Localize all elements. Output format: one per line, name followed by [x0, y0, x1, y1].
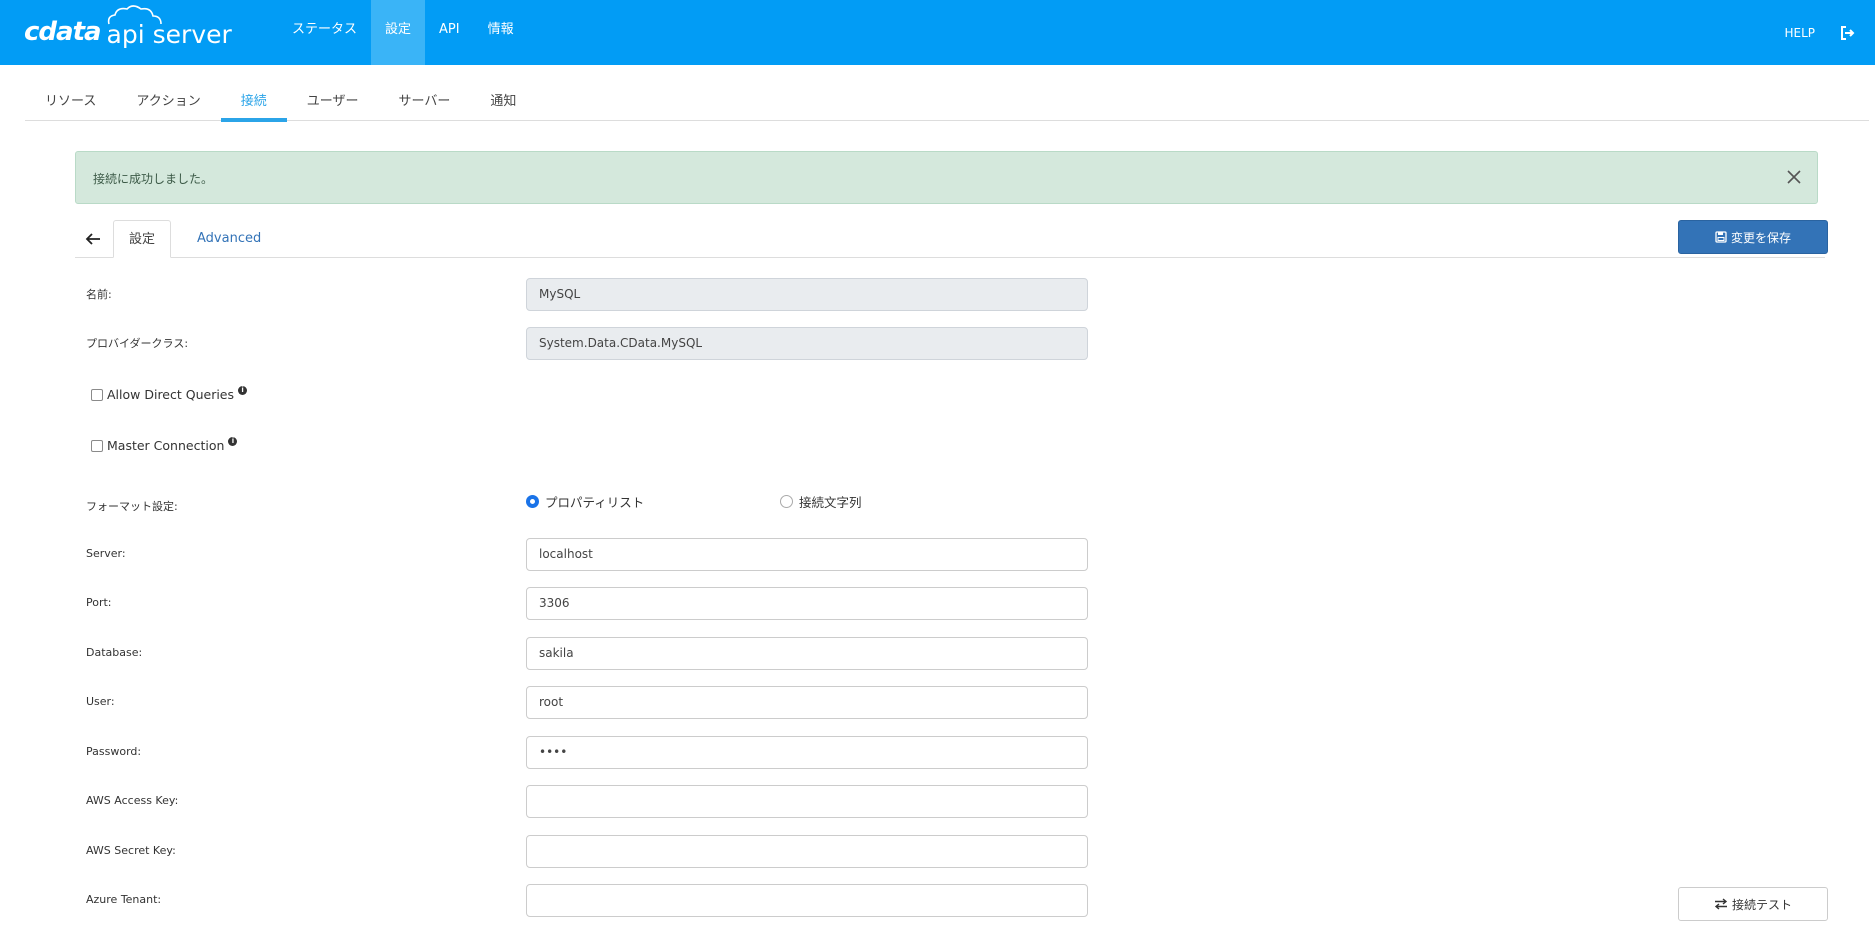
cloud-icon [107, 4, 162, 24]
logo-brand: cdata [24, 17, 102, 47]
name-field[interactable]: MySQL [526, 278, 1088, 311]
cdata-logo[interactable]: cdata api server [24, 4, 232, 52]
success-alert: 接続に成功しました。 [75, 151, 1818, 204]
tab-actions[interactable]: アクション [116, 86, 220, 121]
aws-access-key-field[interactable] [526, 785, 1088, 818]
user-field[interactable]: root [526, 686, 1088, 719]
radio-dot[interactable] [780, 495, 793, 508]
radio-property-list-label: プロパティリスト [545, 495, 645, 510]
radio-connection-string[interactable]: 接続文字列 [780, 492, 862, 511]
provider-label: プロバイダークラス: [86, 337, 189, 350]
top-nav: ステータス 設定 API 情報 [278, 0, 528, 65]
back-arrow-icon[interactable] [85, 232, 101, 246]
aws-access-key-label: AWS Access Key: [86, 794, 179, 807]
nav-api[interactable]: API [425, 0, 474, 65]
azure-tenant-field[interactable] [526, 884, 1088, 917]
exchange-icon [1714, 898, 1728, 910]
provider-field[interactable]: System.Data.CData.MySQL [526, 327, 1088, 360]
password-field[interactable]: •••• [526, 736, 1088, 769]
test-connection-label: 接続テスト [1731, 897, 1792, 912]
port-label: Port: [86, 596, 112, 609]
tab-connections[interactable]: 接続 [220, 86, 287, 122]
checkbox-box[interactable] [91, 388, 103, 401]
tab-advanced[interactable]: Advanced [197, 220, 261, 258]
database-field[interactable]: sakila [526, 637, 1088, 670]
save-button-label: 変更を保存 [1730, 230, 1791, 245]
help-link[interactable]: HELP [1784, 26, 1815, 40]
master-connection-checkbox[interactable]: Master Connection i [91, 436, 238, 453]
azure-tenant-label: Azure Tenant: [86, 893, 162, 906]
save-icon [1715, 231, 1727, 243]
format-label: フォーマット設定: [86, 500, 178, 513]
user-label: User: [86, 695, 115, 708]
allow-direct-queries-label: Allow Direct Queries [107, 387, 235, 402]
top-right: HELP [1784, 0, 1855, 65]
database-label: Database: [86, 646, 143, 659]
info-icon[interactable]: i [228, 436, 238, 446]
top-bar: cdata api server ステータス 設定 API 情報 HELP [0, 0, 1875, 65]
save-button[interactable]: 変更を保存 [1678, 220, 1828, 254]
tab-server[interactable]: サーバー [378, 86, 470, 121]
radio-connection-string-label: 接続文字列 [799, 495, 862, 510]
logo-product: api server [107, 4, 232, 49]
tab-users[interactable]: ユーザー [287, 86, 379, 121]
port-field[interactable]: 3306 [526, 587, 1088, 620]
nav-settings[interactable]: 設定 [371, 0, 426, 65]
master-connection-label: Master Connection [107, 438, 225, 453]
test-connection-button[interactable]: 接続テスト [1678, 887, 1828, 921]
logout-icon[interactable] [1839, 25, 1855, 41]
inner-tabs: 設定 Advanced [75, 220, 1825, 258]
aws-secret-key-label: AWS Secret Key: [86, 844, 176, 857]
server-field[interactable]: localhost [526, 538, 1088, 571]
radio-property-list[interactable]: プロパティリスト [526, 492, 644, 511]
alert-message: 接続に成功しました。 [93, 172, 214, 186]
aws-secret-key-field[interactable] [526, 835, 1088, 868]
password-label: Password: [86, 745, 142, 758]
info-icon[interactable]: i [238, 385, 248, 395]
allow-direct-queries-checkbox[interactable]: Allow Direct Queries i [91, 385, 248, 402]
tab-settings[interactable]: 設定 [113, 220, 171, 258]
name-label: 名前: [86, 288, 112, 301]
section-tabs: リソース アクション 接続 ユーザー サーバー 通知 [25, 86, 1869, 122]
checkbox-box[interactable] [91, 439, 103, 452]
nav-status[interactable]: ステータス [278, 0, 371, 65]
close-icon[interactable] [1785, 168, 1803, 186]
nav-info[interactable]: 情報 [474, 0, 528, 65]
tab-notifications[interactable]: 通知 [470, 86, 536, 121]
tab-resources[interactable]: リソース [25, 86, 116, 121]
server-label: Server: [86, 547, 126, 560]
radio-dot[interactable] [526, 495, 539, 508]
